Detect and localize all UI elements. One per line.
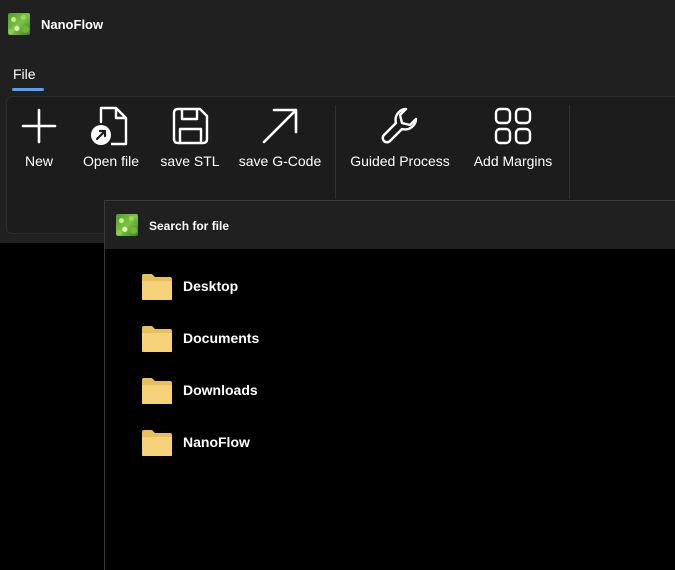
save-g-code-button[interactable]: save G-Code [237, 97, 323, 183]
add-margins-button[interactable]: Add Margins [467, 97, 559, 183]
guided-process-button-label: Guided Process [350, 153, 450, 169]
floppy-disk-icon [172, 107, 209, 145]
folder-item-downloads[interactable]: Downloads [141, 375, 441, 407]
plus-icon [21, 108, 57, 144]
folder-icon [142, 430, 172, 456]
open-file-button[interactable]: Open file [77, 97, 145, 183]
app-title: NanoFlow [41, 17, 104, 32]
ribbon-separator [569, 105, 570, 199]
tab-file-label: File [13, 66, 36, 82]
folder-icon [142, 274, 172, 300]
ribbon-separator [335, 105, 336, 199]
folder-label: NanoFlow [183, 434, 250, 450]
new-button[interactable]: New [13, 97, 65, 183]
title-bar: NanoFlow [0, 0, 675, 50]
nanoflow-logo-icon [8, 13, 30, 35]
folder-icon [142, 326, 172, 352]
folder-item-desktop[interactable]: Desktop [141, 271, 441, 303]
open-file-icon [91, 106, 128, 146]
folder-label: Desktop [183, 278, 239, 294]
open-file-button-label: Open file [82, 153, 140, 169]
folder-item-nanoflow[interactable]: NanoFlow [141, 427, 441, 459]
save-g-code-button-label: save G-Code [238, 153, 322, 169]
wrench-icon [381, 107, 418, 144]
save-stl-button[interactable]: save STL [157, 97, 223, 183]
guided-process-button[interactable]: Guided Process [347, 97, 453, 183]
dialog-title: Search for file [149, 219, 230, 233]
folder-item-documents[interactable]: Documents [141, 323, 441, 355]
new-button-label: New [24, 153, 53, 169]
tab-file[interactable]: File [6, 62, 44, 92]
folder-label: Documents [183, 330, 260, 346]
arrow-up-right-icon [262, 108, 298, 144]
add-margins-button-label: Add Margins [473, 153, 553, 169]
grid-squares-icon [494, 107, 532, 145]
search-file-dialog: Search for file Desktop Documents Downlo… [104, 200, 675, 570]
folder-icon [142, 378, 172, 404]
tab-selected-indicator [12, 88, 44, 91]
save-stl-button-label: save STL [160, 153, 220, 169]
folder-label: Downloads [183, 382, 258, 398]
nanoflow-logo-icon [116, 214, 138, 236]
dialog-header[interactable]: Search for file [105, 201, 675, 249]
